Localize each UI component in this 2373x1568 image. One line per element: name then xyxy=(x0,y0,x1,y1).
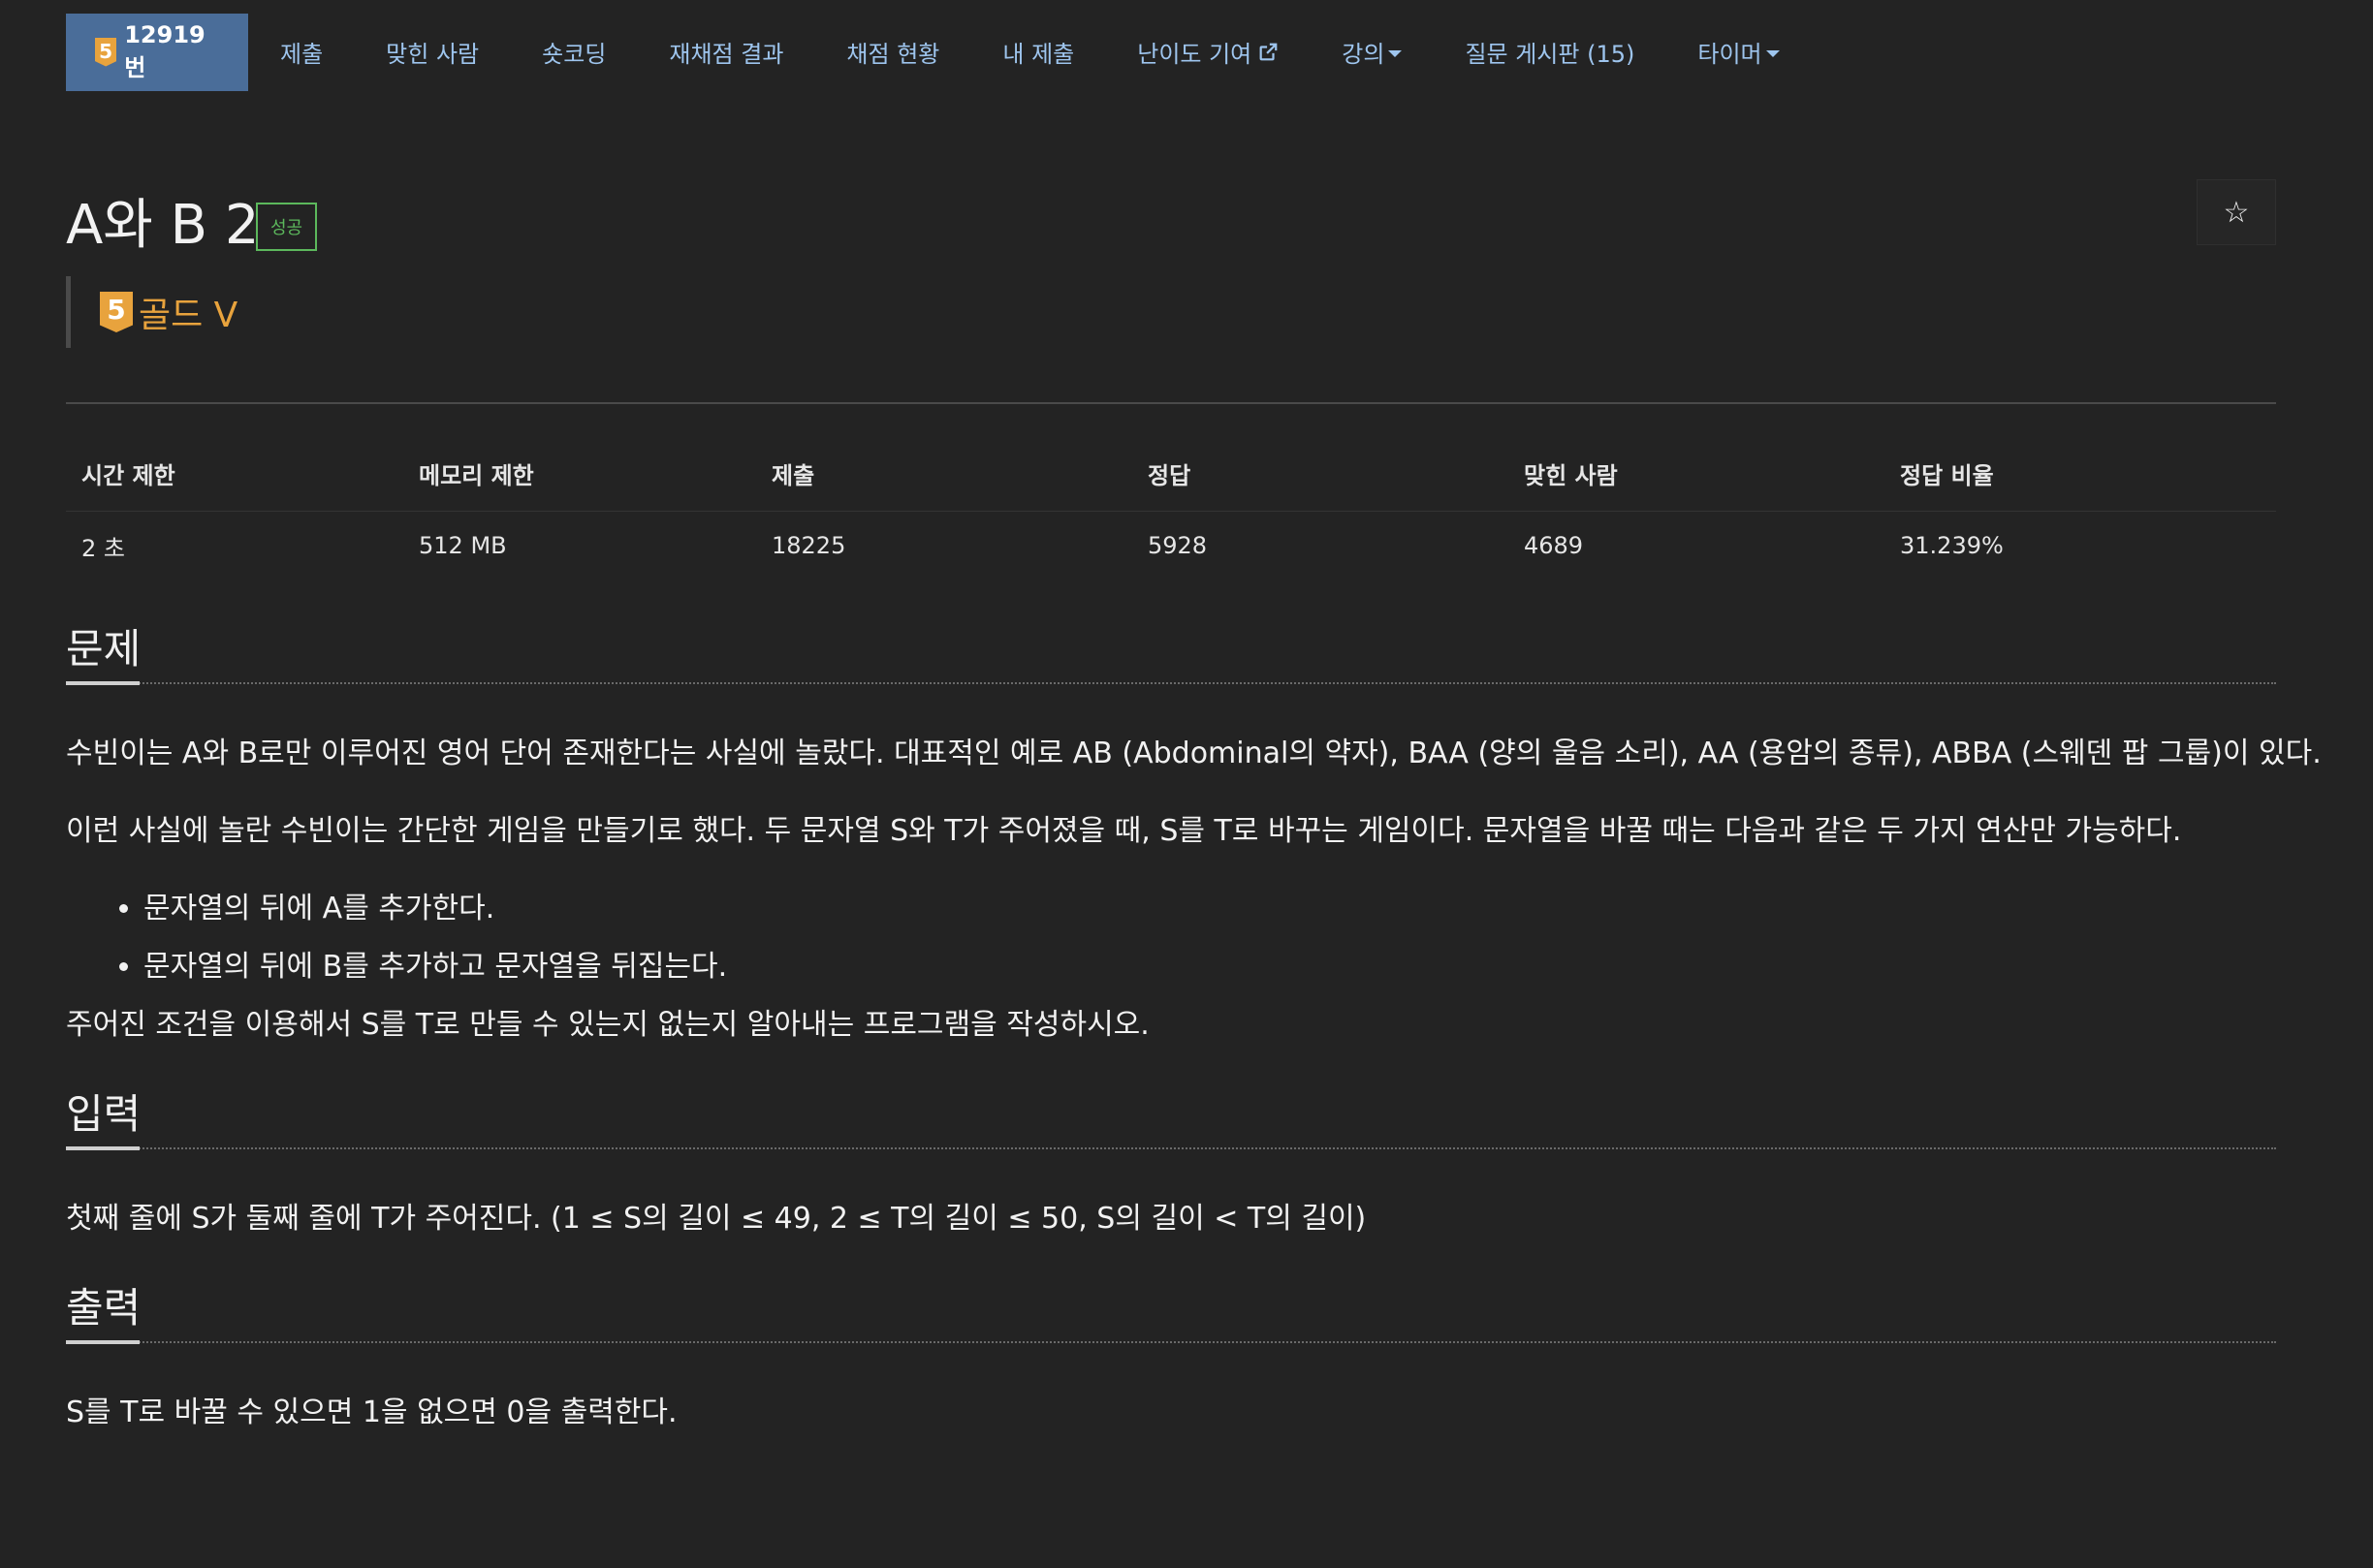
tier-badge-icon: 5 xyxy=(95,37,117,67)
table-header-submissions: 제출 xyxy=(772,462,815,489)
section-description-title: 문제 xyxy=(66,625,142,673)
description-paragraph-2: 이런 사실에 놀란 수빈이는 간단한 게임을 만들기로 했다. 두 문자열 S와… xyxy=(66,814,2182,848)
table-header-row: 시간 제한 메모리 제한 제출 정답 맞힌 사람 정답 비율 xyxy=(66,456,2276,512)
section-description-header: 문제 xyxy=(66,612,2276,685)
section-output-header: 출력 xyxy=(66,1271,2276,1344)
nav-rejudge-results[interactable]: 재채점 결과 xyxy=(669,35,783,69)
memory-limit-value: 512 MB xyxy=(419,532,507,559)
problem-info-table: 시간 제한 메모리 제한 제출 정답 맞힌 사람 정답 비율 2 초 512 M… xyxy=(66,456,2276,580)
submissions-value: 18225 xyxy=(772,532,846,559)
table-row: 2 초 512 MB 18225 5928 4689 31.239% xyxy=(66,512,2276,580)
nav-rejudge-results-label: 재채점 결과 xyxy=(669,41,784,68)
section-underline xyxy=(66,1146,140,1150)
external-link-icon xyxy=(1259,43,1278,60)
table-header-memory-limit: 메모리 제한 xyxy=(419,462,534,489)
section-underline xyxy=(66,681,140,685)
nav-solvers[interactable]: 맞힌 사람 xyxy=(386,35,479,69)
nav-lectures-dropdown[interactable]: 강의 xyxy=(1342,35,1403,69)
table-header-accepted: 정답 xyxy=(1148,462,1191,489)
section-output-title: 출력 xyxy=(66,1284,142,1332)
nav-difficulty-contribution-label: 난이도 기여 xyxy=(1137,41,1252,68)
nav-question-board[interactable]: 질문 게시판 (15) xyxy=(1465,35,1634,69)
problem-nav: 5 12919번 제출 맞힌 사람 숏코딩 재채점 결과 채점 현황 내 제출 … xyxy=(66,13,2276,106)
star-icon: ☆ xyxy=(2223,195,2250,230)
nav-my-submissions-label: 내 제출 xyxy=(1002,41,1075,68)
problem-page: 5 12919번 제출 맞힌 사람 숏코딩 재채점 결과 채점 현황 내 제출 … xyxy=(66,13,2322,1432)
divider xyxy=(66,402,2276,404)
table-header-ratio: 정답 비율 xyxy=(1900,462,1994,489)
nav-difficulty-contribution[interactable]: 난이도 기여 xyxy=(1137,35,1279,69)
nav-my-submissions[interactable]: 내 제출 xyxy=(1002,35,1074,69)
list-item: 문자열의 뒤에 B를 추가하고 문자열을 뒤집는다. xyxy=(143,948,2276,987)
nav-question-board-label: 질문 게시판 (15) xyxy=(1465,41,1635,68)
nav-problem-number[interactable]: 5 12919번 xyxy=(66,13,248,91)
problem-tier: 5 골드 V xyxy=(66,276,2276,348)
table-header-solvers: 맞힌 사람 xyxy=(1524,462,1618,489)
problem-title: A와 B 2 xyxy=(66,194,260,257)
nav-timer-dropdown[interactable]: 타이머 xyxy=(1697,35,1780,69)
section-input-header: 입력 xyxy=(66,1078,2276,1150)
nav-lectures-label: 강의 xyxy=(1342,41,1385,68)
list-item: 문자열의 뒤에 A를 추가한다. xyxy=(143,890,2276,928)
description-paragraph-1: 수빈이는 A와 B로만 이루어진 영어 단어 존재한다는 사실에 놀랐다. 대표… xyxy=(66,737,2322,770)
accepted-value: 5928 xyxy=(1148,532,1208,559)
favorite-star-button[interactable]: ☆ xyxy=(2197,179,2276,245)
time-limit-value: 2 초 xyxy=(81,534,125,562)
input-description: 첫째 줄에 S가 둘째 줄에 T가 주어진다. (1 ≤ S의 길이 ≤ 49,… xyxy=(66,1202,1367,1236)
nav-short-coding-label: 숏코딩 xyxy=(542,41,607,68)
nav-submit-label: 제출 xyxy=(280,41,324,68)
nav-problem-number-label: 12919번 xyxy=(124,21,206,81)
nav-judge-status-label: 채점 현황 xyxy=(846,41,940,68)
operations-list: 문자열의 뒤에 A를 추가한다. 문자열의 뒤에 B를 추가하고 문자열을 뒤집… xyxy=(66,890,2276,987)
ratio-value: 31.239% xyxy=(1900,532,2004,559)
nav-short-coding[interactable]: 숏코딩 xyxy=(542,35,606,69)
nav-solvers-label: 맞힌 사람 xyxy=(386,41,480,68)
caret-down-icon xyxy=(1765,50,1780,57)
section-underline xyxy=(66,1340,140,1344)
description-paragraph-3: 주어진 조건을 이용해서 S를 T로 만들 수 있는지 없는지 알아내는 프로그… xyxy=(66,1008,1150,1042)
caret-down-icon xyxy=(1388,50,1403,57)
nav-timer-label: 타이머 xyxy=(1697,41,1762,68)
nav-submit[interactable]: 제출 xyxy=(280,35,323,69)
problem-header: A와 B 2 성공 ☆ xyxy=(66,173,2276,280)
solvers-value: 4689 xyxy=(1524,532,1584,559)
tier-name: 골드 V xyxy=(139,296,238,335)
output-description: S를 T로 바꿀 수 있으면 1을 없으면 0을 출력한다. xyxy=(66,1396,678,1429)
table-header-time-limit: 시간 제한 xyxy=(81,462,175,489)
nav-judge-status[interactable]: 채점 현황 xyxy=(846,35,939,69)
section-input-title: 입력 xyxy=(66,1090,142,1138)
status-badge: 성공 xyxy=(256,203,318,251)
tier-badge-icon: 5 xyxy=(100,292,133,332)
